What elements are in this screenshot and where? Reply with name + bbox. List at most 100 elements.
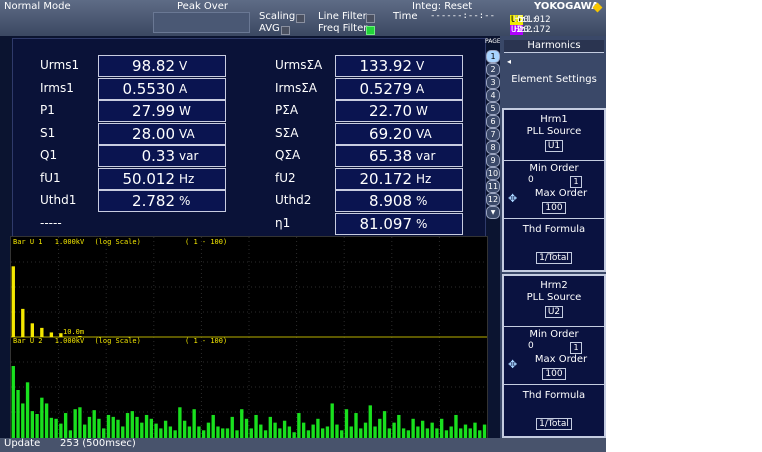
measurement-label: Q1 [40,148,58,162]
page-button[interactable]: 5 [486,102,500,115]
measurement-value-box: 0.5279 A [335,77,463,100]
page-button[interactable]: 3 [486,76,500,89]
bar1-header: Bar U 1 1.000kV (log Scale) ( 1 - 100) [13,238,227,246]
bar2-harmonic-bar [425,428,430,438]
scaling-indicator [296,14,305,23]
hrm2-pll-source-button[interactable]: U2 [504,306,604,318]
bar1-marker-label: 10.0m [63,328,85,336]
hrm2-pll-source-label: PLL Source [526,292,582,303]
hrm1-pll-source-button[interactable]: U1 [504,140,604,152]
bar2-harmonic-bar [125,413,130,438]
scaling-label: Scaling [259,11,296,22]
bar2-harmonic-bar [225,428,230,438]
bar2-harmonic-bar [87,416,92,438]
bar2-harmonic-bar [121,426,125,438]
bar2-harmonic-bar [340,430,344,438]
bar2-harmonic-bar [187,426,192,438]
measurement-value: 8.908 [369,192,412,210]
hrm2-max-order-button[interactable]: 100 [504,368,604,380]
measurement-value: 133.92 [359,57,413,75]
measurement-value-box: 81.097% [335,212,463,235]
bar2-harmonic-bar [173,430,177,438]
page-button[interactable]: 9 [486,154,500,167]
measurement-unit: var [179,149,199,163]
bar2-harmonic-bar [244,418,249,438]
hrm2-min-order-b[interactable]: 1 [570,342,582,354]
bar2-harmonic-bar [278,428,282,438]
bar2-harmonic-bar [354,413,358,438]
separator [504,218,604,219]
hrm2-thd-formula-value: 1/Total [536,418,572,430]
harmonics-title: Harmonics [527,40,581,51]
bar2-harmonic-bar [159,428,163,438]
measurement-value-box: 27.99 W [98,100,226,122]
freq-filter-indicator [366,26,375,35]
bar2-harmonic-bar [316,418,320,438]
measurement-unit: V [416,59,425,73]
page-down-arrow-icon[interactable]: ▼ [486,206,500,219]
page-button[interactable]: 4 [486,89,500,102]
hrm1-settings-group: Hrm1 PLL Source U1 Min Order 0 1 ✥ Max O… [502,108,606,272]
hrm2-pll-source-value: U2 [544,306,564,318]
measurement-label: Uthd1 [40,193,77,207]
page-button[interactable]: 1 [486,50,500,63]
bar2-harmonic-bar [387,428,391,438]
bar1-harmonic-bar [40,327,44,337]
measurement-value: 0.5279 [359,79,413,98]
peak-over-indicator-box [153,12,250,33]
measurement-unit: W [179,104,191,118]
hrm1-min-order-a[interactable]: 0 [528,175,534,185]
measurement-label: QΣA [275,148,301,162]
bar2-harmonic-bar [182,420,187,438]
bar2-harmonic-bar [25,382,30,438]
measurement-unit: % [416,194,428,208]
measurement-unit: Hz [416,171,432,186]
measurement-label: η1 [275,215,291,230]
bar1-harmonic-bar [30,323,34,337]
hrm1-pll-source-value: U1 [544,140,564,152]
bar2-harmonic-bar [263,430,268,438]
bar2-harmonic-bar [416,426,420,438]
back-arrow-icon[interactable]: ◂ [507,57,511,66]
page-button[interactable]: 11 [486,180,500,193]
measurement-value: 27.99 [132,102,175,120]
bar2-harmonic-bar [192,409,196,438]
measurement-unit: A [416,81,425,96]
bar2-harmonic-bar [235,430,239,438]
element-settings-button[interactable]: Element Settings [504,74,604,85]
measurement-unit: VA [416,126,432,141]
measurement-unit: VA [179,126,195,141]
page-button[interactable]: 7 [486,128,500,141]
bar2-harmonic-bar [344,409,349,438]
bar2-harmonic-bar [363,422,368,438]
hrm1-max-order-button[interactable]: 100 [504,202,604,214]
page-button[interactable]: 12 [486,193,500,206]
page-button[interactable]: 10 [486,167,500,180]
bar2-harmonic-bar [321,428,325,438]
time-value: ------:--:-- [430,11,496,21]
hrm1-thd-formula-button[interactable]: 1/Total [504,252,604,264]
measurement-value-box: 65.38 var [335,145,463,167]
hrm2-min-order-a[interactable]: 0 [528,341,534,351]
bar2-harmonic-bar [282,420,287,438]
harmonic-bar-graph-area: Bar U 1 1.000kV (log Scale) ( 1 - 100) 1… [10,236,488,440]
page-button[interactable]: 2 [486,63,500,76]
bar2-harmonic-bar [102,428,106,438]
measurement-value: 81.097 [359,214,413,233]
page-button[interactable]: 6 [486,115,500,128]
time-label: Time [393,11,418,22]
page-button[interactable]: 8 [486,141,500,154]
bar2-harmonic-bar [478,430,482,438]
measurement-value: 2.782 [132,192,175,210]
bar1-scale: (log Scale) [94,238,141,246]
measurement-value-box: 22.70 W [335,100,463,122]
measurement-value: 20.172 [359,169,413,188]
hrm2-max-order-value: 100 [542,368,566,380]
bar2-harmonic-bar [59,423,63,438]
bar2-harmonic-bar [168,426,173,438]
measurement-value: 28.00 [132,124,175,143]
bar2-harmonic-bar [306,430,311,438]
hrm2-thd-formula-button[interactable]: 1/Total [504,418,604,430]
bar2-harmonic-bar [202,430,206,438]
hrm1-min-order-b[interactable]: 1 [570,176,582,188]
